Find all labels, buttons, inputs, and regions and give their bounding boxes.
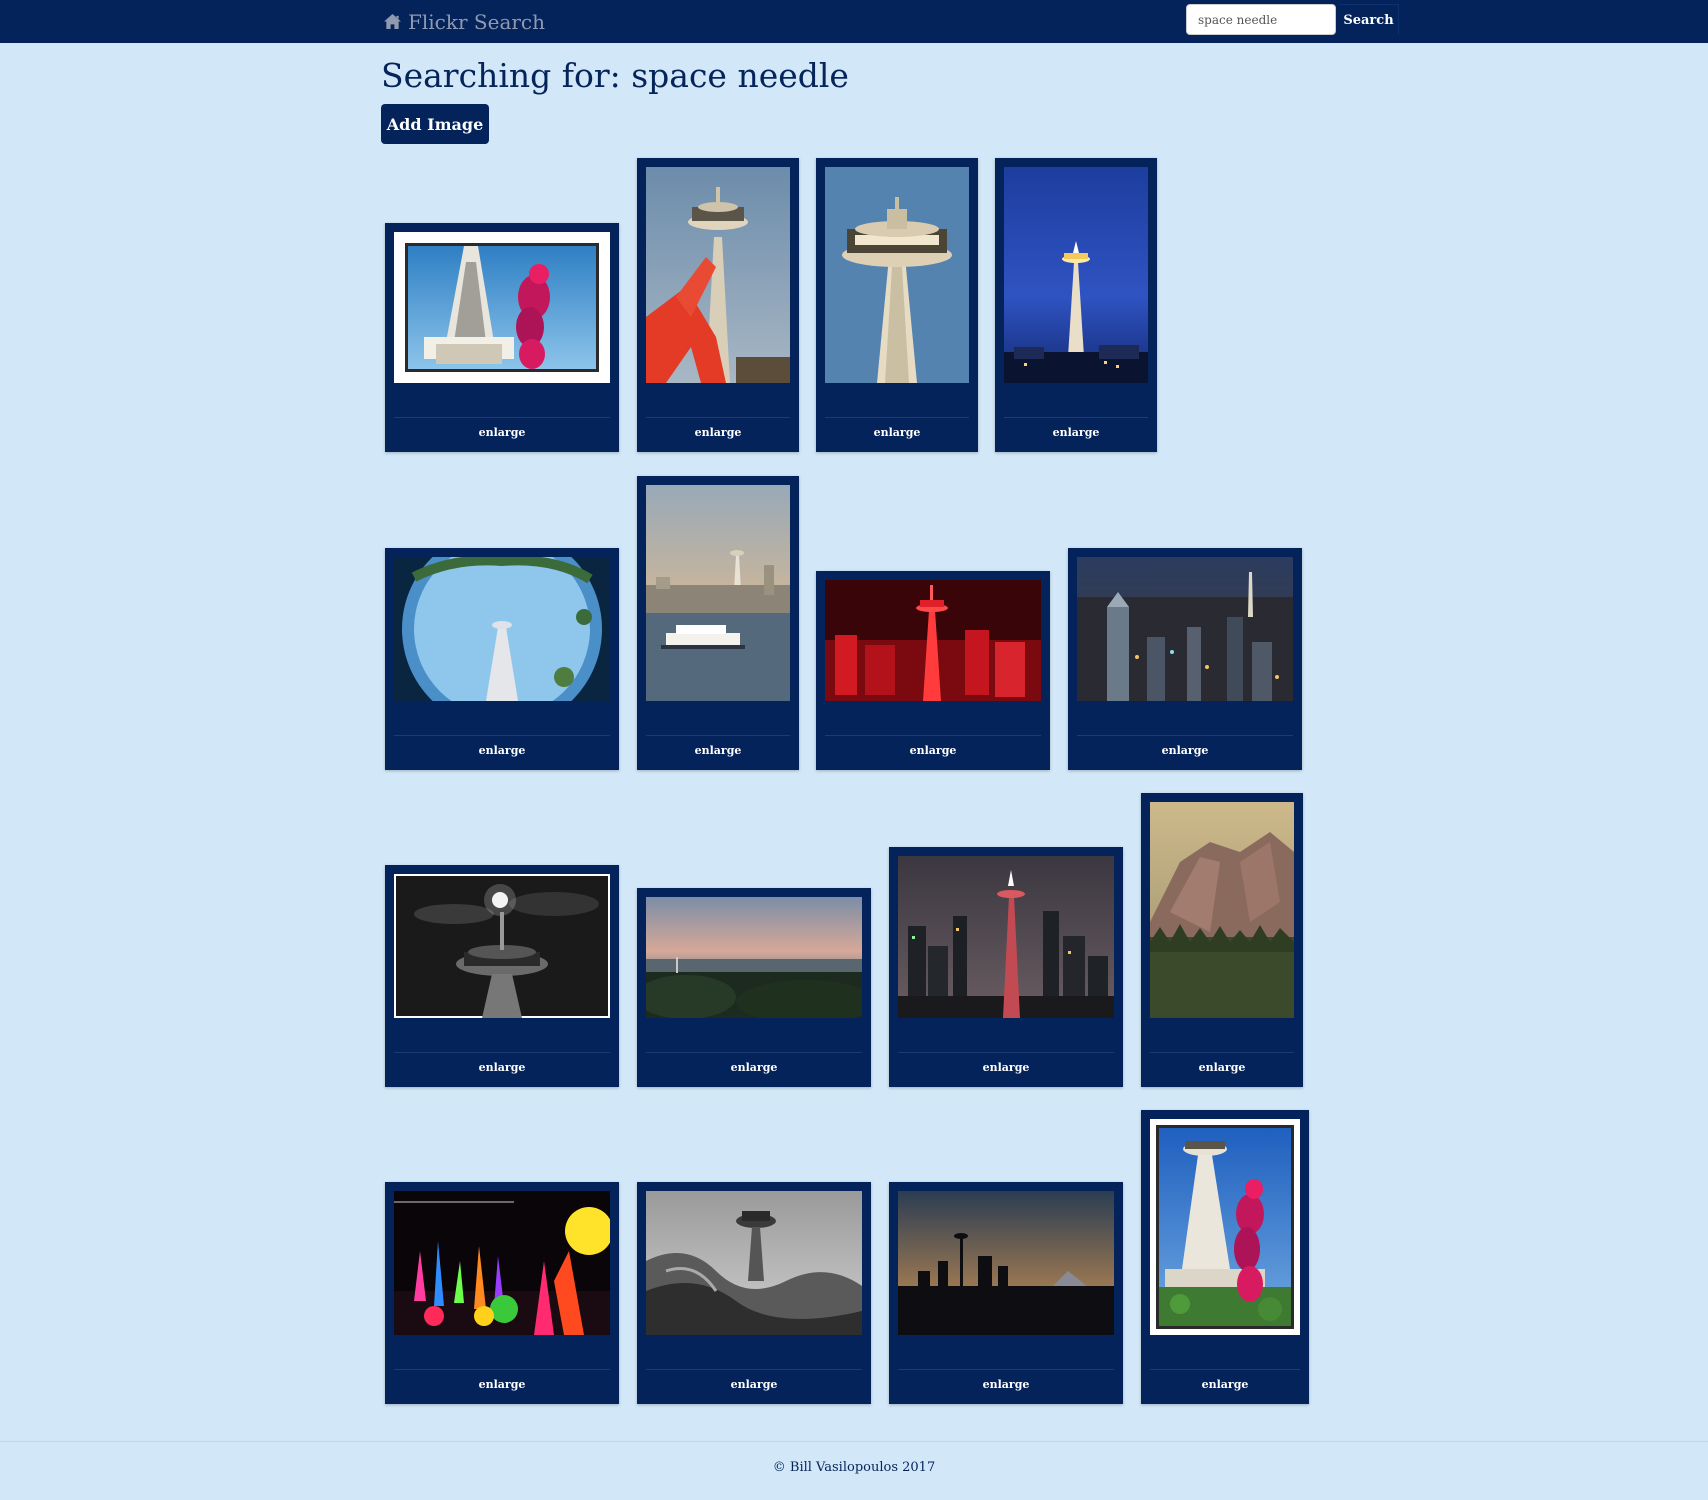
home-icon bbox=[383, 13, 402, 30]
image-card: enlarge bbox=[1141, 1110, 1309, 1404]
search-button[interactable]: Search bbox=[1339, 4, 1399, 35]
footer-copyright: © Bill Vasilopoulos 2017 bbox=[772, 1460, 936, 1475]
image-card: enlarge bbox=[816, 158, 978, 452]
image-card: enlarge bbox=[889, 1182, 1123, 1404]
image-card: enlarge bbox=[637, 1182, 871, 1404]
enlarge-link[interactable]: enlarge bbox=[1141, 1061, 1303, 1074]
photo-chihuly-glass[interactable] bbox=[394, 1191, 610, 1335]
image-card: enlarge bbox=[1068, 548, 1302, 770]
image-card: enlarge bbox=[637, 476, 799, 770]
photo-city-aerial-night[interactable] bbox=[1077, 557, 1293, 701]
enlarge-link[interactable]: enlarge bbox=[637, 426, 799, 439]
brand-link[interactable]: Flickr Search bbox=[383, 8, 545, 35]
enlarge-link[interactable]: enlarge bbox=[385, 426, 619, 439]
photo-needle-ferry[interactable] bbox=[646, 485, 790, 701]
photo-needle-blue-night[interactable] bbox=[1004, 167, 1148, 383]
photo-needle-top-closeup[interactable] bbox=[825, 167, 969, 383]
image-card: enlarge bbox=[637, 158, 799, 452]
enlarge-link[interactable]: enlarge bbox=[816, 426, 978, 439]
enlarge-link[interactable]: enlarge bbox=[637, 744, 799, 757]
enlarge-link[interactable]: enlarge bbox=[995, 426, 1157, 439]
enlarge-link[interactable]: enlarge bbox=[637, 1061, 871, 1074]
photo-needle-chihuly-portrait[interactable] bbox=[1150, 1119, 1300, 1335]
photo-needle-dusk-skyline[interactable] bbox=[898, 856, 1114, 1018]
photo-needle-fisheye[interactable] bbox=[394, 557, 610, 701]
enlarge-link[interactable]: enlarge bbox=[816, 744, 1050, 757]
image-card: enlarge bbox=[385, 1182, 619, 1404]
enlarge-link[interactable]: enlarge bbox=[1141, 1378, 1309, 1391]
image-card: enlarge bbox=[385, 223, 619, 452]
enlarge-link[interactable]: enlarge bbox=[1068, 744, 1302, 757]
add-image-button[interactable]: Add Image bbox=[381, 104, 489, 144]
photo-needle-red-sculpture[interactable] bbox=[646, 167, 790, 383]
photo-skyline-silhouette[interactable] bbox=[898, 1191, 1114, 1335]
photo-needle-moon-bw[interactable] bbox=[394, 874, 610, 1018]
photo-mountain-cliff[interactable] bbox=[1150, 802, 1294, 1018]
photo-sunset-bay[interactable] bbox=[646, 897, 862, 1018]
image-card: enlarge bbox=[385, 865, 619, 1087]
enlarge-link[interactable]: enlarge bbox=[637, 1378, 871, 1391]
enlarge-link[interactable]: enlarge bbox=[385, 1061, 619, 1074]
photo-needle-chihuly-framed[interactable] bbox=[394, 232, 610, 383]
photo-needle-red-model[interactable] bbox=[825, 580, 1041, 701]
enlarge-link[interactable]: enlarge bbox=[385, 1378, 619, 1391]
image-card: enlarge bbox=[995, 158, 1157, 452]
footer-divider bbox=[0, 1441, 1708, 1442]
image-card: enlarge bbox=[816, 571, 1050, 770]
search-input[interactable] bbox=[1186, 4, 1336, 35]
image-card: enlarge bbox=[637, 888, 871, 1087]
enlarge-link[interactable]: enlarge bbox=[889, 1378, 1123, 1391]
brand-label: Flickr Search bbox=[408, 9, 546, 34]
image-card: enlarge bbox=[1141, 793, 1303, 1087]
image-card: enlarge bbox=[385, 548, 619, 770]
photo-needle-emp-bw[interactable] bbox=[646, 1191, 862, 1335]
enlarge-link[interactable]: enlarge bbox=[385, 744, 619, 757]
navbar: Flickr Search Search bbox=[0, 0, 1708, 43]
page-title: Searching for: space needle bbox=[381, 56, 849, 95]
image-card: enlarge bbox=[889, 847, 1123, 1087]
enlarge-link[interactable]: enlarge bbox=[889, 1061, 1123, 1074]
